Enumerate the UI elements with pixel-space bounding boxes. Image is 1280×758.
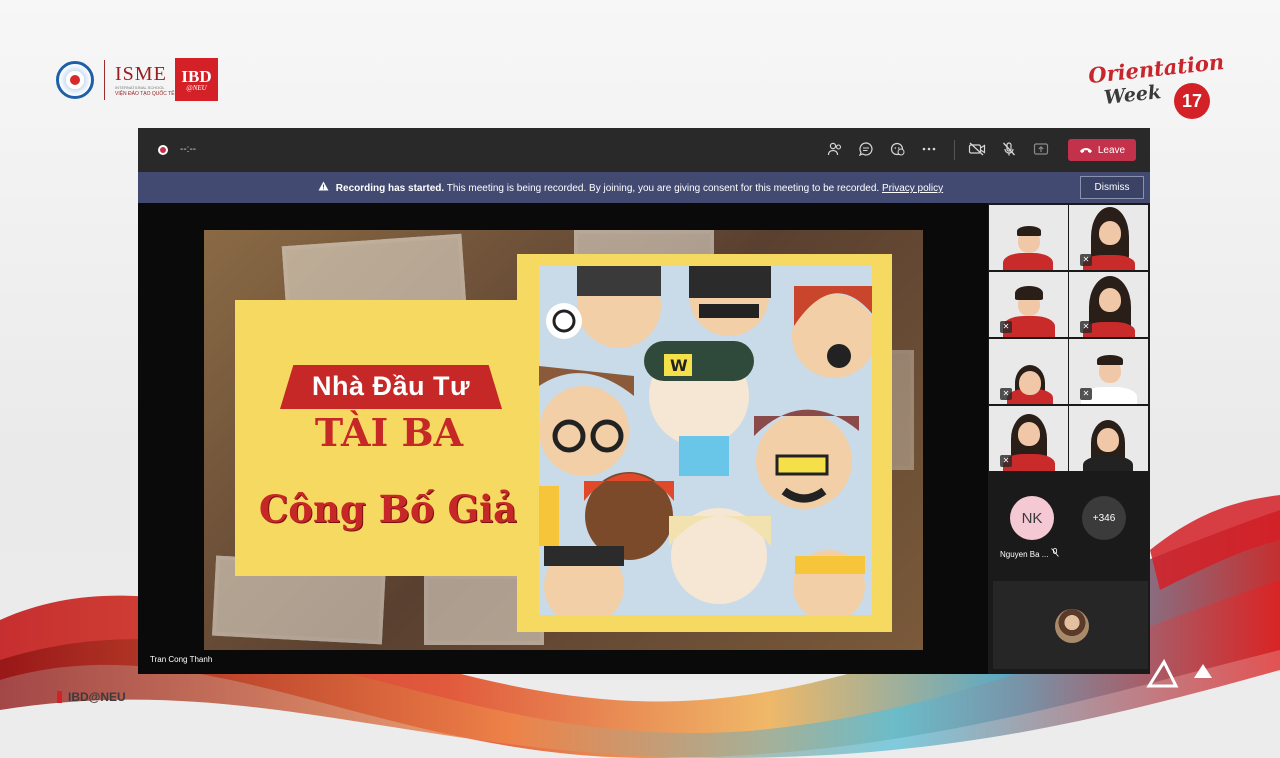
muted-mic-icon: ✕ [1080,321,1092,333]
shared-screen: Nhà Đầu Tư TÀI BA Công Bố Giải W [204,230,923,650]
slide-title-line3: Công Bố Giải [258,487,532,531]
participant-tile[interactable] [989,205,1068,270]
participant-tile[interactable]: ✕ [1069,272,1148,337]
muted-mic-icon: ✕ [1000,388,1012,400]
presenter-name: Tran Cong Thanh [150,655,213,664]
participant-head [1097,428,1119,452]
logo-divider [104,60,105,100]
muted-mic-icon: ✕ [1000,455,1012,467]
orientation-week-logo: Orientation Week 17 [1086,49,1225,120]
isme-logo: ISME INTERNATIONAL SCHOOL VIỆN ĐÀO TẠO Q… [56,60,175,100]
characters-card: W [517,254,892,632]
participant-tile[interactable]: ✕ [1069,205,1148,270]
participants-icon[interactable] [826,141,844,159]
cartoon-crowd-image: W [539,266,872,615]
participant-avatar[interactable]: NK [1010,496,1054,540]
toolbar-separator [954,140,955,160]
recording-notice: Recording has started. This meeting is b… [318,181,943,194]
share-tray-icon[interactable] [1032,141,1050,159]
participant-hair [1017,226,1041,236]
self-avatar [1055,609,1089,643]
muted-mic-icon: ✕ [1080,254,1092,266]
isme-wordmark: ISME INTERNATIONAL SCHOOL VIỆN ĐÀO TẠO Q… [115,64,175,97]
participant-hair [1097,355,1123,365]
participant-avatar-name: Nguyen Ba ... [1000,548,1059,559]
slide-title-line1: Nhà Đầu Tư [311,371,471,401]
teams-meeting-window: --:-- Leave Recording has started. This … [138,128,1150,674]
university-seal-icon [56,61,94,99]
characters-illustration: W [539,266,872,615]
self-view-tile [993,581,1148,669]
participant-body [1003,253,1053,270]
slide-title-card: Nhà Đầu Tư TÀI BA Công Bố Giải [235,300,551,576]
participant-head [1099,221,1121,245]
ibd-logo: IBD @NEU [175,58,218,101]
camera-off-icon[interactable] [968,141,986,159]
recording-message: This meeting is being recorded. By joini… [446,183,880,194]
decorative-triangles [1146,658,1212,688]
isme-subtitle: INTERNATIONAL SCHOOL [115,84,165,90]
more-icon[interactable] [920,141,938,159]
muted-mic-icon [1050,548,1059,559]
phone-icon [1079,148,1092,153]
record-icon [158,145,168,155]
participant-body [1083,456,1133,471]
ibd-logo-text: IBD [181,66,212,86]
participant-tile[interactable]: ✕ [989,406,1068,471]
privacy-policy-link[interactable]: Privacy policy [882,183,943,194]
muted-mic-icon: ✕ [1000,321,1012,333]
participant-head [1019,371,1041,395]
participant-head [1099,288,1121,312]
recording-started-label: Recording has started. [335,183,445,194]
participant-head [1018,422,1040,446]
chat-icon[interactable] [857,141,875,159]
participant-tile[interactable]: ✕ [989,272,1068,337]
isme-subtitle-vn: VIỆN ĐÀO TẠO QUỐC TẾ [115,90,175,97]
participant-name-text: Nguyen Ba ... [1000,550,1049,559]
footer-brand: IBD@NEU [57,690,126,704]
ow-number: 17 [1174,83,1210,119]
reactions-icon[interactable] [889,141,907,159]
slide-title-line2: TÀI BA [314,410,464,455]
mic-off-icon[interactable] [1000,141,1018,159]
warning-icon [318,181,329,194]
participant-gallery: ✕ ✕ ✕ ✕ ✕ ✕ NK Nguyen Ba ... +346 [988,203,1150,674]
participant-tile[interactable] [1069,406,1148,471]
more-participants-button[interactable]: +346 [1082,496,1126,540]
participant-tile[interactable]: ✕ [989,339,1068,404]
main-stage: Nhà Đầu Tư TÀI BA Công Bố Giải W Tran Co… [138,203,988,674]
svg-text:W: W [670,356,688,375]
participant-tile[interactable]: ✕ [1069,339,1148,404]
ow-line2: Week [1103,81,1163,109]
isme-title: ISME [115,62,167,85]
recording-banner: Recording has started. This meeting is b… [138,172,1150,203]
participant-hair [1015,286,1043,300]
footer-accent-bar [57,691,62,703]
meeting-toolbar: --:-- Leave [138,128,1150,172]
meeting-timer: --:-- [180,144,197,155]
footer-brand-text: IBD@NEU [68,690,126,704]
leave-label: Leave [1097,144,1126,156]
dismiss-button[interactable]: Dismiss [1080,176,1144,199]
ibd-logo-sub: @NEU [186,83,207,92]
leave-button[interactable]: Leave [1068,139,1136,161]
muted-mic-icon: ✕ [1080,388,1092,400]
